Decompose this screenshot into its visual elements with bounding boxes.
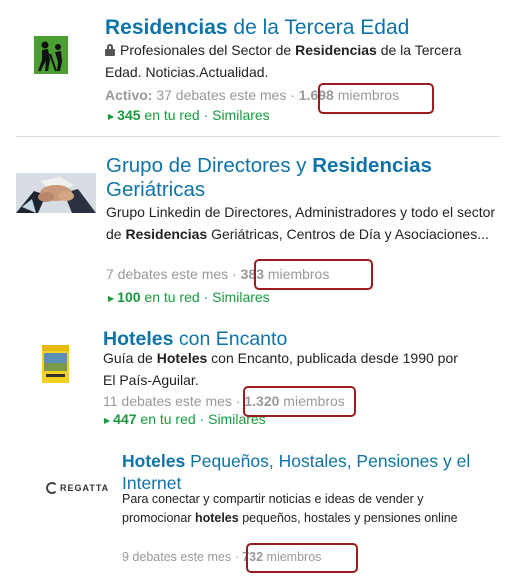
group-logo-elderly[interactable]: [34, 36, 68, 74]
divider: [16, 136, 500, 137]
triangle-right-icon: ▶: [108, 111, 115, 121]
triangle-right-icon: ▶: [104, 415, 111, 425]
group-description: Para conectar y compartir noticias e ide…: [122, 492, 458, 525]
title-keyword: Residencias: [105, 16, 228, 39]
group-description: Grupo Linkedin de Directores, Administra…: [106, 204, 496, 242]
group-title-link[interactable]: Hoteles Pequeños, Hostales, Pensiones y …: [122, 450, 482, 494]
network-line: ▶ 447 en tu red · Similares: [104, 411, 266, 427]
title-keyword: Hoteles: [103, 328, 174, 350]
group-title-link[interactable]: Grupo de Directores y Residencias Geriátr…: [106, 154, 486, 202]
network-count-link[interactable]: 447: [113, 411, 136, 427]
regatta-swirl-icon: [46, 481, 58, 494]
similar-link[interactable]: Similares: [212, 289, 270, 305]
network-count-link[interactable]: 345: [117, 107, 140, 123]
group-description: Profesionales del Sector de Residencias …: [105, 42, 462, 80]
members-highlight-box: [246, 543, 358, 573]
group-logo-book[interactable]: [42, 345, 69, 383]
group-title-link[interactable]: Residencias de la Tercera Edad: [105, 16, 409, 40]
title-text: de la Tercera Edad: [227, 16, 410, 39]
network-count-link[interactable]: 100: [117, 289, 140, 305]
title-text: con Encanto: [173, 328, 288, 350]
title-keyword: Residencias: [312, 154, 432, 177]
title-keyword: Hoteles: [122, 451, 186, 471]
elderly-icon: [34, 36, 68, 74]
group-description: Guía de Hoteles con Encanto, publicada d…: [103, 350, 458, 388]
network-line: ▶ 100 en tu red · Similares: [108, 289, 270, 305]
activity-label: Activo:: [105, 87, 153, 103]
lock-icon: [105, 44, 115, 56]
handshake-icon: [16, 173, 96, 213]
book-cover-icon: [42, 345, 69, 383]
members-highlight-box: [318, 83, 434, 114]
members-highlight-box: [243, 386, 356, 417]
group-logo-handshake[interactable]: [16, 173, 96, 213]
triangle-right-icon: ▶: [108, 293, 115, 303]
network-line: ▶ 345 en tu red · Similares: [108, 107, 270, 123]
members-highlight-box: [254, 259, 373, 290]
similar-link[interactable]: Similares: [212, 107, 270, 123]
group-logo-regatta[interactable]: REGATTA: [46, 479, 116, 495]
regatta-logo-text: REGATTA: [60, 482, 110, 493]
